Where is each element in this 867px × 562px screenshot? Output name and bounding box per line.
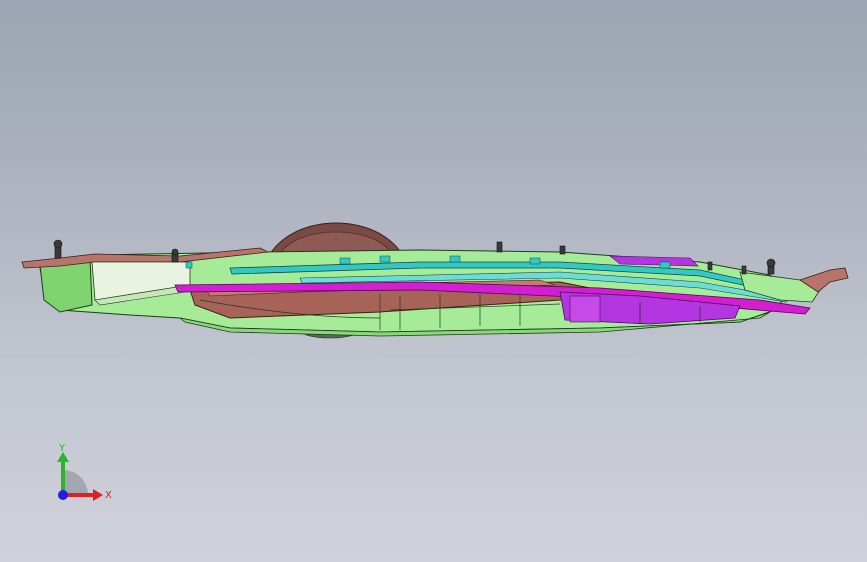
purple-small-block <box>569 295 601 323</box>
x-axis-label: X <box>105 490 112 501</box>
x-axis-arrow-icon <box>93 489 103 501</box>
coordinate-triad: Y X <box>57 443 112 501</box>
z-axis-icon <box>58 490 68 500</box>
y-axis-label: Y <box>58 443 66 454</box>
triad-plane <box>63 470 88 495</box>
graphics-viewport[interactable]: Y X <box>0 0 867 562</box>
cad-model-view[interactable] <box>0 0 867 562</box>
